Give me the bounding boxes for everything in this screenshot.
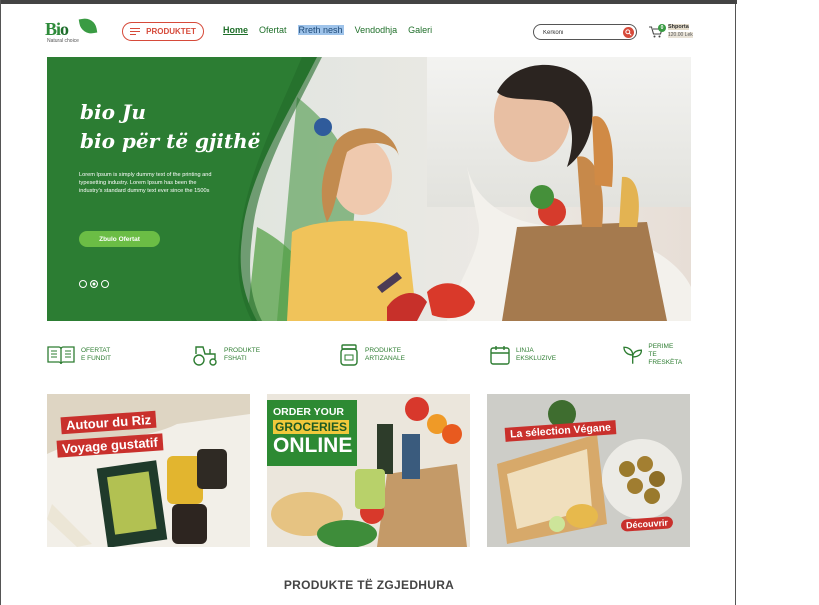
- tile-text: ONLINE: [273, 434, 353, 457]
- search-button[interactable]: [623, 27, 634, 38]
- cart-amount: 120.00 Lek: [668, 32, 693, 38]
- products-menu-button[interactable]: PRODUKTET: [122, 22, 204, 41]
- nav-ofertat[interactable]: Ofertat: [259, 25, 287, 35]
- feature-ofertat[interactable]: OFERTAT E FUNDIT: [47, 343, 111, 367]
- feature-artizanale[interactable]: PRODUKTE ARTIZANALE: [339, 343, 405, 367]
- products-menu-label: PRODUKTET: [146, 27, 196, 36]
- logo-word: Bio: [45, 19, 69, 39]
- nav-vendodhja[interactable]: Vendodhja: [355, 25, 398, 35]
- promo-tile-groceries[interactable]: ORDER YOUR GROCERIES ONLINE: [267, 394, 470, 547]
- jar-icon: [340, 344, 358, 366]
- cart-button[interactable]: 0 Shporta 120.00 Lek: [649, 24, 697, 42]
- feature-label: ARTIZANALE: [365, 355, 405, 362]
- search-input[interactable]: [543, 27, 618, 38]
- feature-label: E FUNDIT: [81, 355, 111, 362]
- nav-galeri[interactable]: Galeri: [408, 25, 432, 35]
- hero-text: Lorem Ipsum is simply dummy text of the …: [79, 172, 212, 194]
- feature-ekskluzive[interactable]: LINJA EKSKLUZIVE: [490, 343, 556, 367]
- feature-label: OFERTAT: [81, 347, 111, 354]
- leaf-icon: [78, 16, 98, 36]
- page-frame: Bio Natural choice PRODUKTET Home Oferta…: [0, 0, 737, 605]
- tile-text: GROCERIES: [273, 420, 350, 434]
- search-icon: [625, 29, 632, 36]
- cart-label: Shporta: [668, 24, 689, 30]
- hero-title: bio Ju bio për të gjithë: [80, 100, 261, 153]
- window-top-edge: [1, 0, 737, 4]
- feature-fshati[interactable]: PRODUKTE FSHATI: [192, 343, 260, 367]
- logo-tagline: Natural choice: [47, 38, 79, 44]
- order-online-box: ORDER YOUR GROCERIES ONLINE: [267, 400, 357, 466]
- search-box: [533, 24, 637, 40]
- promo-tile-riz[interactable]: Autour du Riz Voyage gustatif: [47, 394, 250, 547]
- feature-label: FSHATI: [224, 355, 247, 362]
- promo-tile-vegan[interactable]: La sélection Végane Découvrir: [487, 394, 690, 547]
- slider-dot-active[interactable]: [90, 280, 98, 288]
- main-nav: Home Ofertat Rreth nesh Vendodhja Galeri: [223, 25, 432, 35]
- book-icon: [47, 346, 75, 365]
- feature-label: PRODUKTE: [224, 347, 261, 354]
- brand-logo[interactable]: Bio Natural choice: [45, 16, 101, 47]
- feature-strip: OFERTAT E FUNDIT PRODUKTE FSHATI PRODUKTE A…: [47, 343, 691, 367]
- calendar-icon: [490, 346, 510, 365]
- feature-label: PERIME: [648, 343, 674, 350]
- feature-label: EKSKLUZIVE: [516, 355, 557, 362]
- sprout-icon: [623, 346, 643, 364]
- tile-text: ORDER YOUR: [273, 406, 344, 418]
- hamburger-icon: [130, 28, 141, 35]
- cart-count-badge: 0: [658, 24, 666, 32]
- slider-dot[interactable]: [101, 280, 109, 288]
- feature-label: LINJA: [516, 347, 534, 354]
- hero-slider: bio Ju bio për të gjithë Lorem Ipsum is s…: [47, 57, 691, 321]
- slider-dots: [79, 280, 109, 288]
- nav-home[interactable]: Home: [223, 25, 248, 35]
- hero-cta-button[interactable]: Zbulo Ofertat: [79, 231, 160, 247]
- feature-label: TE FRESKËTA: [648, 351, 683, 366]
- feature-perime[interactable]: PERIME TE FRESKËTA: [623, 343, 691, 367]
- slider-dot[interactable]: [79, 280, 87, 288]
- nav-rreth-nesh[interactable]: Rreth nesh: [297, 25, 344, 35]
- section-title: PRODUKTE TË ZGJEDHURA: [283, 578, 455, 592]
- tractor-icon: [193, 346, 217, 366]
- feature-label: PRODUKTE: [365, 347, 402, 354]
